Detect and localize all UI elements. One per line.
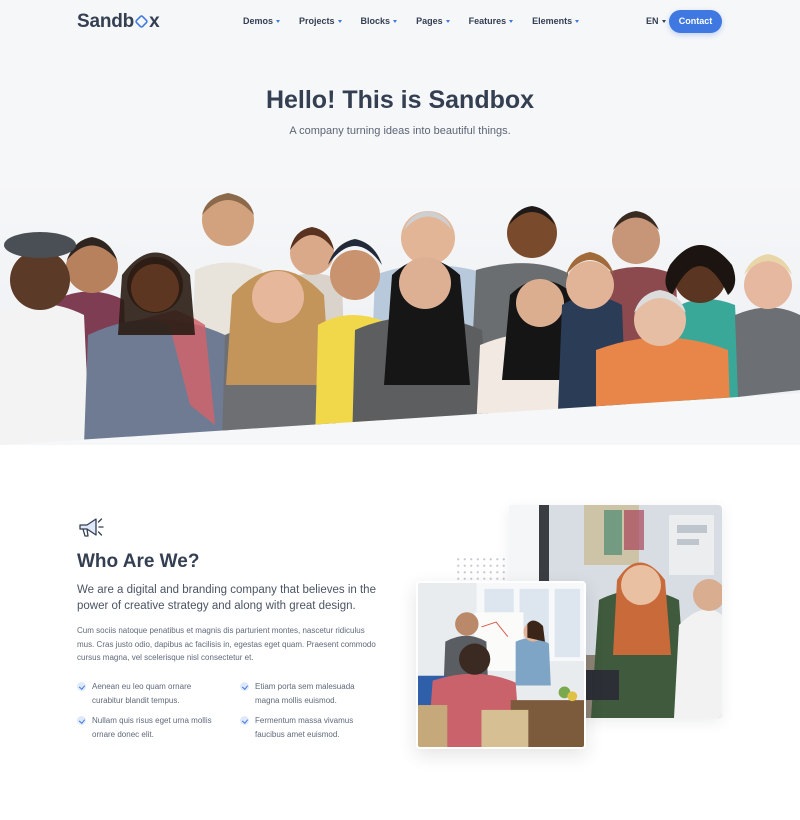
check-icon bbox=[77, 716, 86, 725]
menu-item-label: Elements bbox=[532, 16, 573, 26]
caret-down-icon bbox=[575, 19, 580, 23]
feature-item: Fermentum massa vivamus faucibus amet eu… bbox=[240, 714, 380, 741]
menu-item-projects[interactable]: Projects bbox=[299, 16, 342, 26]
menu-item-features[interactable]: Features bbox=[469, 16, 514, 26]
megaphone-icon bbox=[79, 518, 104, 537]
logo-box-icon bbox=[134, 14, 149, 29]
feature-text: Nullam quis risus eget urna mollis ornar… bbox=[92, 716, 212, 739]
logo[interactable]: Sandb x bbox=[77, 11, 160, 33]
hero-title: Hello! This is Sandbox bbox=[265, 86, 535, 114]
navbar: Sandb x Demos Projects Blocks Pages Featu… bbox=[0, 0, 800, 44]
section-lead: We are a digital and branding company th… bbox=[77, 584, 376, 612]
menu-item-label: Features bbox=[468, 16, 507, 26]
feature-text: Etiam porta sem malesuada magna mollis e… bbox=[255, 682, 355, 705]
caret-down-icon bbox=[393, 19, 398, 23]
language-label: EN bbox=[646, 16, 659, 26]
menu-item-label: Pages bbox=[416, 16, 443, 26]
menu-item-pages[interactable]: Pages bbox=[416, 16, 450, 26]
logo-text-start: Sandb bbox=[77, 11, 135, 32]
feature-item: Aenean eu leo quam ornare curabitur blan… bbox=[77, 680, 217, 707]
language-switcher[interactable]: EN bbox=[646, 16, 666, 26]
menu-item-label: Blocks bbox=[360, 16, 391, 26]
logo-text-end: x bbox=[149, 11, 160, 32]
section-body: Cum sociis natoque penatibus et magnis d… bbox=[77, 626, 376, 662]
feature-item: Etiam porta sem malesuada magna mollis e… bbox=[240, 680, 380, 707]
feature-text: Fermentum massa vivamus faucibus amet eu… bbox=[255, 716, 354, 739]
dot-pattern-decoration bbox=[455, 556, 507, 582]
main-menu: Demos Projects Blocks Pages Features Ele… bbox=[243, 16, 598, 26]
section-title: Who Are We? bbox=[77, 551, 200, 572]
check-icon bbox=[240, 716, 249, 725]
menu-item-label: Projects bbox=[299, 16, 335, 26]
feature-text: Aenean eu leo quam ornare curabitur blan… bbox=[92, 682, 192, 705]
check-icon bbox=[240, 682, 249, 691]
menu-item-demos[interactable]: Demos bbox=[243, 16, 281, 26]
feature-item: Nullam quis risus eget urna mollis ornar… bbox=[77, 714, 217, 741]
caret-down-icon bbox=[445, 19, 450, 23]
hero-subtitle: A company turning ideas into beautiful t… bbox=[289, 125, 511, 137]
menu-item-elements[interactable]: Elements bbox=[532, 16, 580, 26]
contact-button[interactable]: Contact bbox=[669, 10, 722, 33]
caret-down-icon bbox=[337, 19, 342, 23]
office-photo-front bbox=[416, 581, 586, 749]
team-photo bbox=[0, 175, 800, 445]
caret-down-icon bbox=[509, 19, 514, 23]
caret-down-icon bbox=[276, 19, 281, 23]
menu-item-label: Demos bbox=[243, 16, 274, 26]
caret-down-icon bbox=[661, 19, 666, 23]
menu-item-blocks[interactable]: Blocks bbox=[361, 16, 398, 26]
check-icon bbox=[77, 682, 86, 691]
